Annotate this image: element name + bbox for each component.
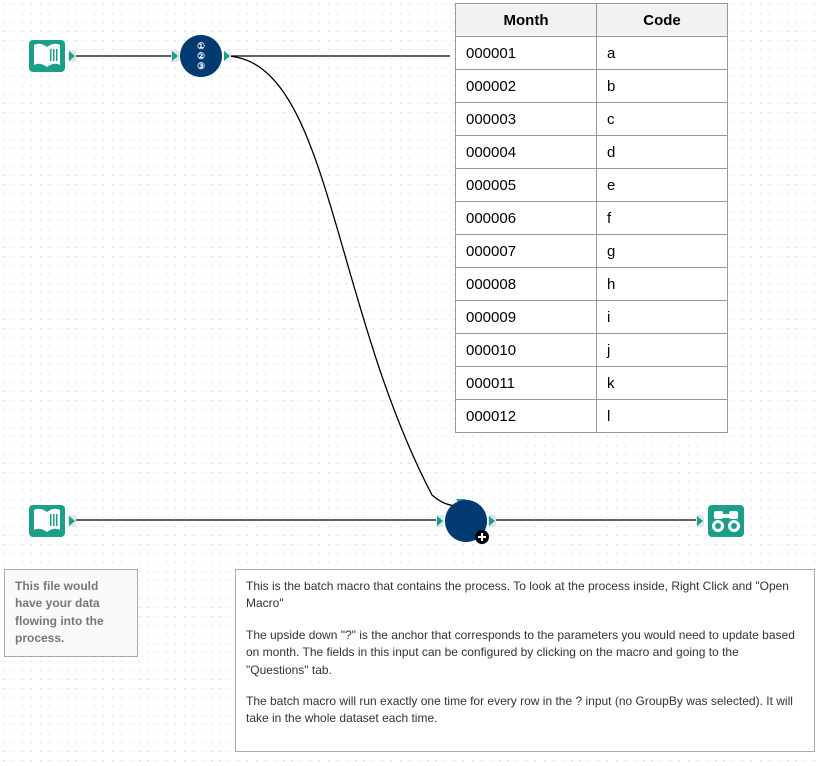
table-row: 000004d — [456, 136, 728, 169]
comment-right-p1: This is the batch macro that contains th… — [246, 578, 804, 613]
svg-text:①: ① — [197, 41, 205, 51]
table-row: 000002b — [456, 70, 728, 103]
record-id-tool[interactable]: ① ② ③ — [180, 35, 222, 77]
text-input-tool-top[interactable] — [26, 35, 68, 77]
table-row: 000007g — [456, 235, 728, 268]
book-icon — [26, 500, 68, 542]
macro-input-anchor[interactable] — [436, 515, 444, 527]
output-anchor[interactable] — [68, 50, 76, 62]
binoculars-icon — [705, 500, 747, 542]
input-anchor[interactable] — [171, 50, 179, 62]
table-row: 000005e — [456, 169, 728, 202]
table-row: 000008h — [456, 268, 728, 301]
comment-right-p2: The upside down "?" is the anchor that c… — [246, 627, 804, 679]
table-header-code: Code — [597, 4, 728, 37]
plus-badge-icon — [475, 530, 489, 544]
table-header-month: Month — [456, 4, 597, 37]
browse-data-table: Month Code 000001a 000002b 000003c 00000… — [455, 3, 728, 433]
table-row: 000009i — [456, 301, 728, 334]
table-row: 000010j — [456, 334, 728, 367]
browse-tool[interactable] — [705, 500, 747, 542]
browse-input-anchor[interactable] — [696, 515, 704, 527]
comment-left[interactable]: This file would have your data flowing i… — [4, 569, 138, 657]
table-row: 000003c — [456, 103, 728, 136]
svg-text:②: ② — [197, 51, 205, 61]
comment-left-text: This file would have your data flowing i… — [15, 579, 104, 645]
table-row: 000001a — [456, 37, 728, 70]
table-row: 000011k — [456, 367, 728, 400]
workflow-canvas[interactable]: ① ② ③ Month Code 000001a 000002b 000003c… — [0, 0, 823, 766]
output-anchor[interactable] — [223, 50, 231, 62]
table-row: 000006f — [456, 202, 728, 235]
comment-right-p3: The batch macro will run exactly one tim… — [246, 693, 804, 728]
output-anchor[interactable] — [68, 515, 76, 527]
svg-text:③: ③ — [197, 61, 205, 71]
table-row: 000012l — [456, 400, 728, 433]
batch-macro-tool[interactable] — [445, 500, 487, 542]
text-input-tool-bottom[interactable] — [26, 500, 68, 542]
macro-output-anchor[interactable] — [488, 515, 496, 527]
table-header-row: Month Code — [456, 4, 728, 37]
record-id-icon: ① ② ③ — [180, 35, 222, 77]
comment-right[interactable]: This is the batch macro that contains th… — [235, 569, 815, 752]
book-icon — [26, 35, 68, 77]
